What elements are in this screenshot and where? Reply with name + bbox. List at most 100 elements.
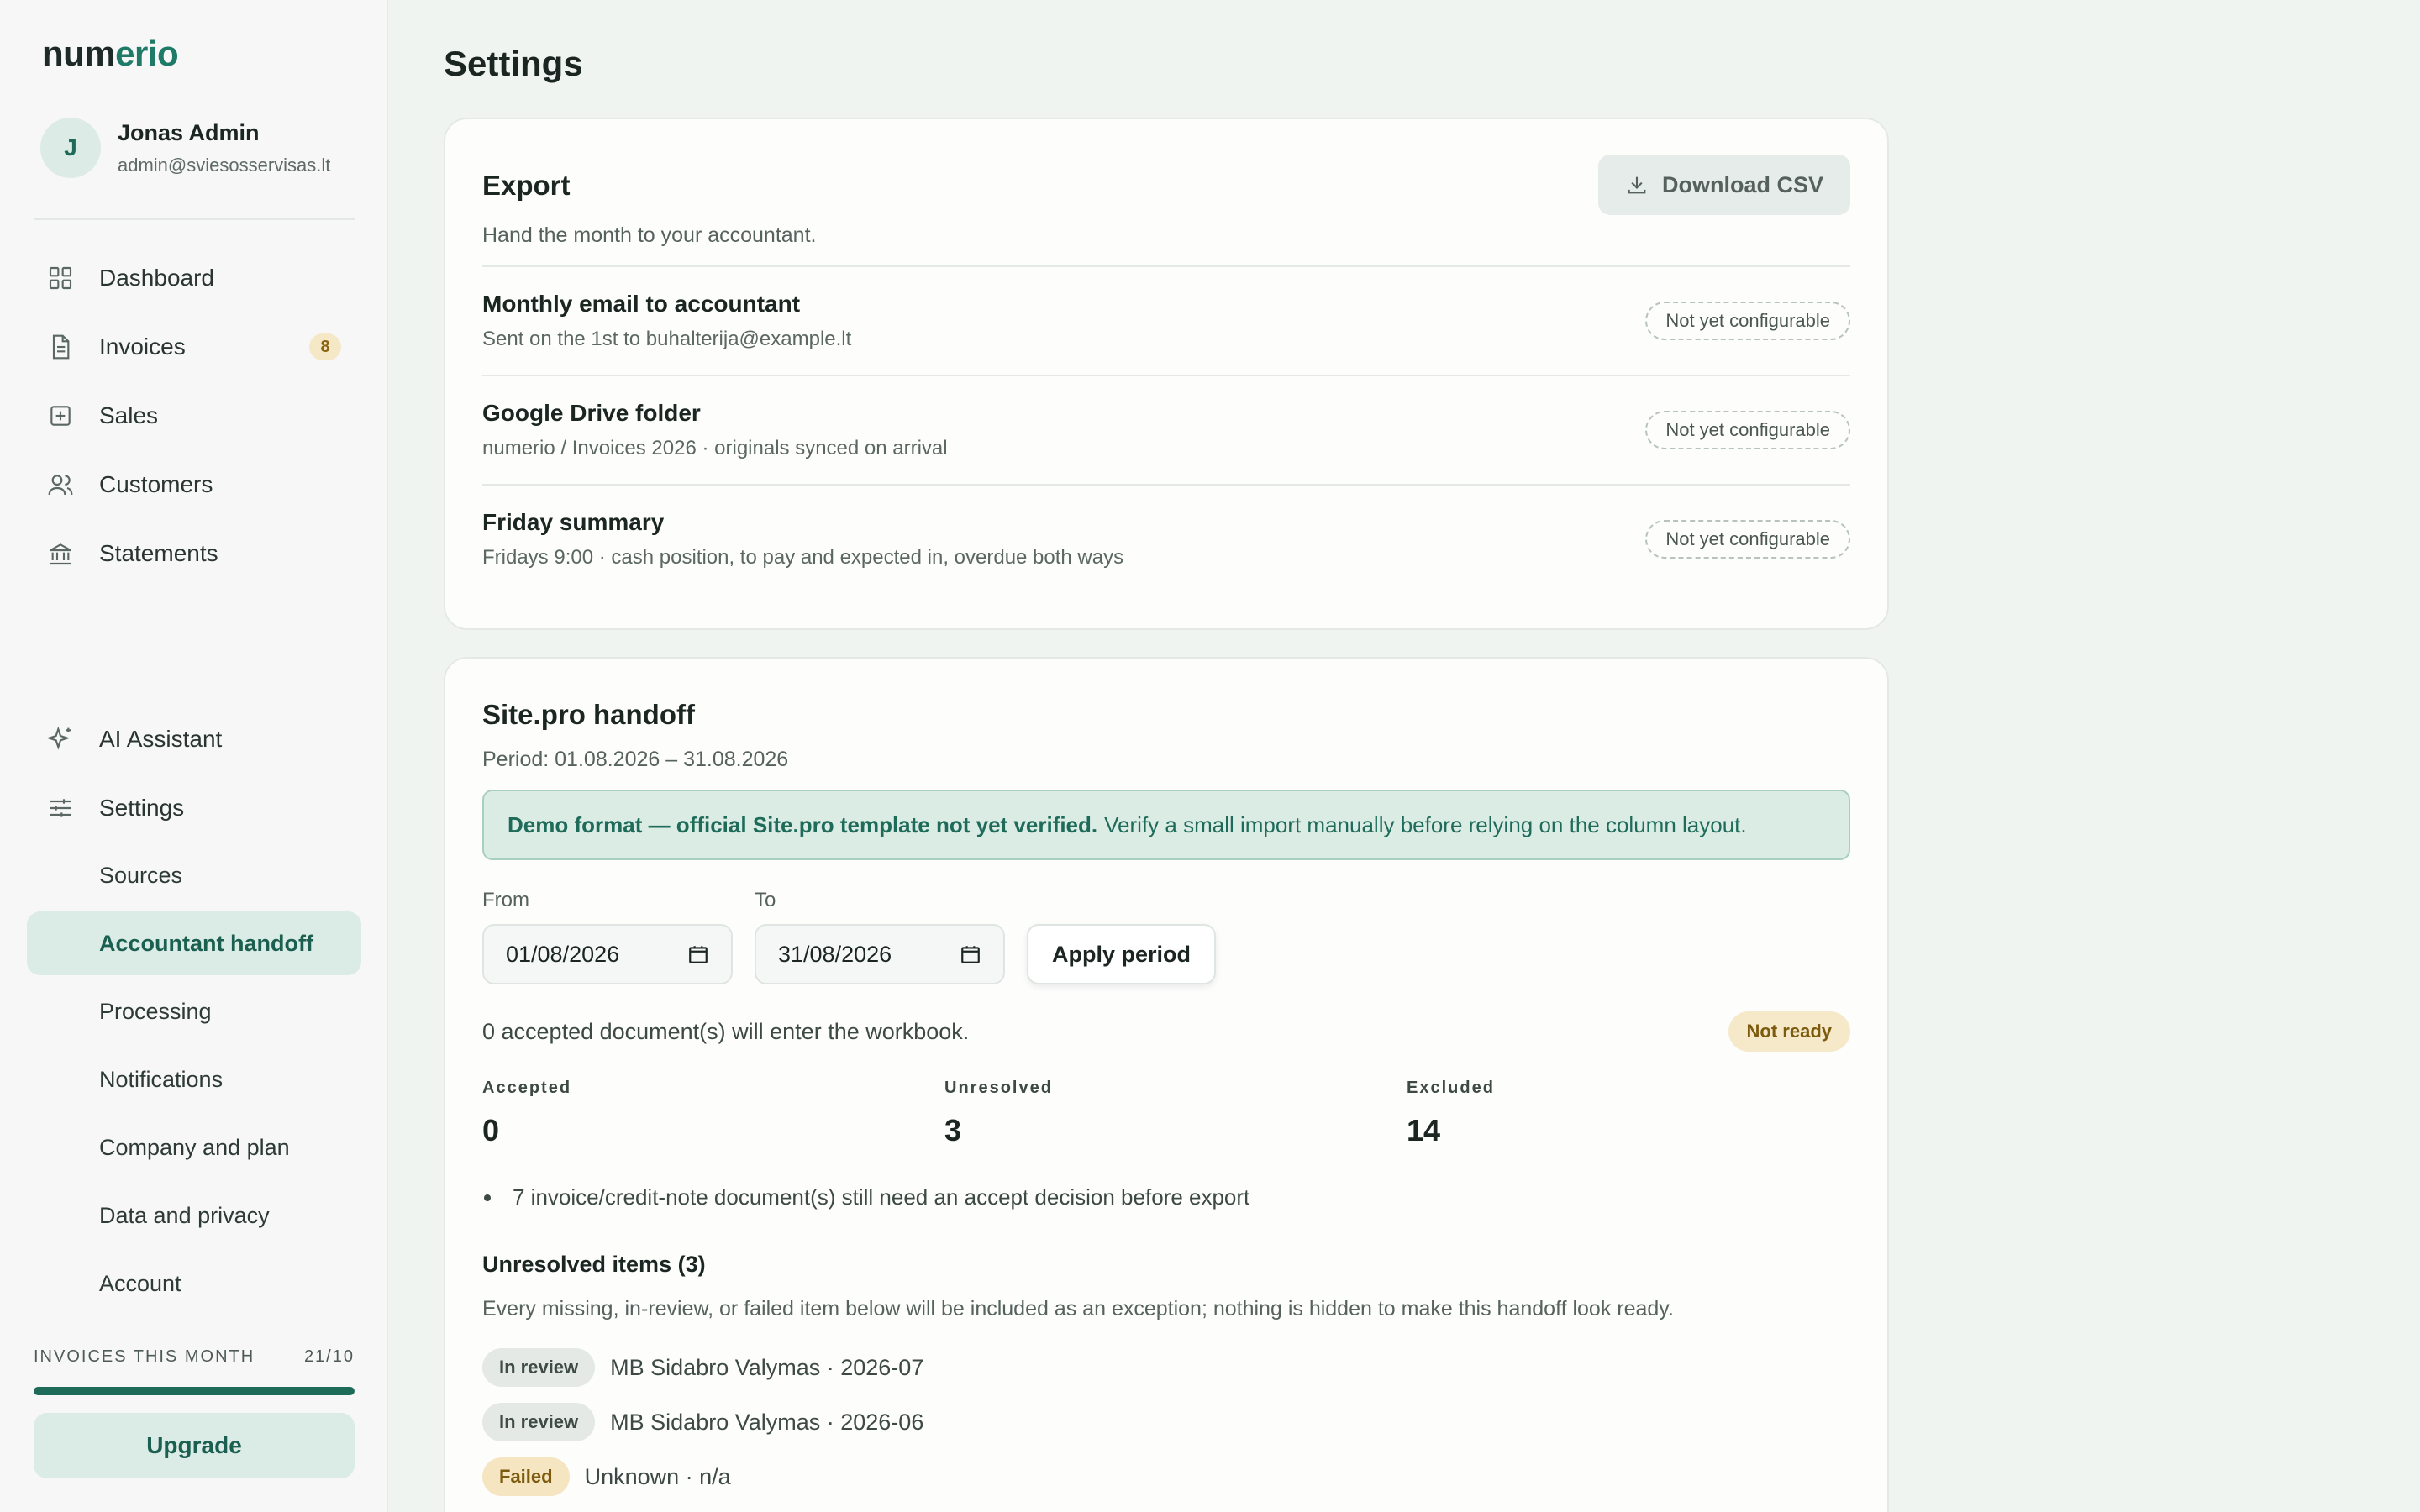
setting-title: Friday summary	[482, 509, 665, 535]
quota-value: 21/10	[303, 1347, 355, 1366]
item-text: MB Sidabro Valymas · 2026-07	[610, 1354, 924, 1380]
document-icon	[47, 333, 74, 360]
sidebar-item-label: Invoices	[99, 333, 186, 360]
subnav-item-data-and-privacy[interactable]: Data and privacy	[27, 1184, 361, 1247]
sidebar-item-statements[interactable]: Statements	[34, 524, 355, 583]
sidebar-item-label: Statements	[99, 540, 218, 566]
item-text: Unknown · n/a	[584, 1463, 731, 1489]
unresolved-list: In review MB Sidabro Valymas · 2026-07 I…	[482, 1346, 923, 1509]
grid-icon	[47, 265, 74, 291]
handoff-card: Site.pro handoff Period: 01.08.2026 – 31…	[444, 657, 1889, 1512]
from-date-value: 01/08/2026	[506, 941, 620, 967]
sidebar-item-ai-assistant[interactable]: AI Assistant	[34, 710, 355, 769]
period-selector: From 01/08/2026 To 31/08/2026 Apply peri…	[482, 889, 1217, 984]
setting-title: Monthly email to accountant	[482, 291, 801, 317]
page-title: Settings	[444, 44, 583, 83]
handoff-period: Period: 01.08.2026 – 31.08.2026	[482, 748, 789, 771]
app-root: numerio J Jonas Admin admin@sviesosservi…	[0, 0, 2420, 1512]
sidebar-item-settings[interactable]: Settings	[34, 779, 355, 837]
status-badge: In review	[482, 1403, 596, 1441]
sidebar-item-label: Customers	[99, 471, 213, 497]
user-name: Jonas Admin	[118, 119, 260, 145]
subnav-item-processing[interactable]: Processing	[27, 979, 361, 1043]
export-card: Export Hand the month to your accountant…	[444, 118, 1889, 630]
brand-logo[interactable]: numerio	[42, 34, 179, 74]
sliders-icon	[47, 795, 74, 822]
setting-desc: Fridays 9:00 · cash position, to pay and…	[482, 546, 1124, 569]
user-email: admin@sviesosservisas.lt	[118, 154, 331, 176]
to-date-value: 31/08/2026	[778, 941, 892, 967]
apply-period-button[interactable]: Apply period	[1027, 924, 1217, 984]
setting-desc: numerio / Invoices 2026 · originals sync…	[482, 437, 948, 459]
download-csv-button[interactable]: Download CSV	[1597, 155, 1850, 215]
sidebar-item-sales[interactable]: Sales	[34, 386, 355, 445]
stat-label: Accepted	[482, 1079, 572, 1097]
handoff-title: Site.pro handoff	[482, 699, 695, 730]
status-badge: Not yet configurable	[1645, 411, 1850, 449]
user-profile[interactable]: J Jonas Admin admin@sviesosservisas.lt	[40, 118, 330, 178]
sidebar-item-label: Dashboard	[99, 265, 214, 291]
bullet-dot	[484, 1194, 491, 1201]
bank-icon	[47, 540, 74, 567]
sparkle-icon	[47, 726, 74, 753]
stat-label: Excluded	[1407, 1079, 1495, 1097]
list-item[interactable]: Failed Unknown · n/a	[482, 1455, 923, 1499]
status-badge: Not yet configurable	[1645, 302, 1850, 340]
setting-row-friday-summary: Friday summary Fridays 9:00 · cash posit…	[482, 484, 1850, 593]
to-label: To	[755, 889, 776, 911]
quota-progress-fill	[34, 1387, 355, 1395]
workbook-summary: 0 accepted document(s) will enter the wo…	[482, 1011, 1850, 1052]
secondary-nav: AI Assistant Settings	[34, 710, 355, 848]
notice-bold-text: Demo format — official Site.pro template…	[508, 811, 1098, 837]
subnav-item-company-and-plan[interactable]: Company and plan	[27, 1116, 361, 1179]
setting-desc: Sent on the 1st to buhalterija@example.l…	[482, 328, 852, 350]
settings-subnav: Sources Accountant handoff Processing No…	[27, 843, 361, 1320]
main-content: Settings Export Hand the month to your a…	[388, 0, 2420, 1512]
workbook-text: 0 accepted document(s) will enter the wo…	[482, 1018, 970, 1044]
sidebar-item-label: Sales	[99, 402, 159, 428]
download-csv-label: Download CSV	[1661, 171, 1823, 197]
calendar-icon[interactable]	[687, 943, 709, 965]
list-item[interactable]: In review MB Sidabro Valymas · 2026-06	[482, 1400, 923, 1444]
setting-title: Google Drive folder	[482, 400, 701, 426]
list-item[interactable]: In review MB Sidabro Valymas · 2026-07	[482, 1346, 923, 1389]
pending-decision-note: 7 invoice/credit-note document(s) still …	[482, 1184, 1249, 1210]
sidebar-item-label: Settings	[99, 795, 185, 821]
invoice-quota: INVOICES THIS MONTH 21/10	[34, 1347, 355, 1395]
to-date-input[interactable]: 31/08/2026	[755, 924, 1005, 984]
sidebar-item-invoices[interactable]: Invoices 8	[34, 318, 355, 376]
export-subtitle: Hand the month to your accountant.	[482, 223, 817, 247]
setting-row-monthly-email: Monthly email to accountant Sent on the …	[482, 265, 1850, 375]
sidebar: numerio J Jonas Admin admin@sviesosservi…	[0, 0, 388, 1512]
calendar-icon[interactable]	[960, 943, 981, 965]
demo-format-notice: Demo format — official Site.pro template…	[482, 790, 1850, 860]
stat-unresolved: Unresolved 3	[944, 1079, 1407, 1148]
item-text: MB Sidabro Valymas · 2026-06	[610, 1409, 924, 1435]
main-nav: Dashboard Invoices 8 Sales Customers Sta…	[34, 249, 355, 593]
sidebar-item-customers[interactable]: Customers	[34, 455, 355, 514]
stat-value: 14	[1407, 1113, 1441, 1147]
sidebar-item-dashboard[interactable]: Dashboard	[34, 249, 355, 307]
notice-text: Verify a small import manually before re…	[1104, 811, 1747, 837]
subnav-item-sources[interactable]: Sources	[27, 843, 361, 907]
stat-label: Unresolved	[944, 1079, 1053, 1097]
status-badge: In review	[482, 1348, 596, 1387]
from-date-input[interactable]: 01/08/2026	[482, 924, 733, 984]
sidebar-divider	[34, 218, 355, 220]
stat-excluded: Excluded 14	[1407, 1079, 1869, 1148]
upgrade-button[interactable]: Upgrade	[34, 1413, 355, 1478]
subnav-item-notifications[interactable]: Notifications	[27, 1047, 361, 1111]
from-label: From	[482, 889, 529, 911]
subnav-item-accountant-handoff[interactable]: Accountant handoff	[27, 911, 361, 975]
download-icon	[1628, 176, 1646, 194]
stat-value: 0	[482, 1113, 500, 1147]
subnav-item-account[interactable]: Account	[27, 1252, 361, 1315]
bullet-text: 7 invoice/credit-note document(s) still …	[513, 1184, 1250, 1210]
readiness-badge: Not ready	[1728, 1011, 1850, 1052]
invoices-count-badge: 8	[309, 333, 341, 360]
status-badge: Not yet configurable	[1645, 520, 1850, 559]
sidebar-item-label: AI Assistant	[99, 726, 223, 752]
unresolved-description: Every missing, in-review, or failed item…	[482, 1297, 1674, 1320]
stat-accepted: Accepted 0	[482, 1079, 944, 1148]
stat-value: 3	[944, 1113, 962, 1147]
